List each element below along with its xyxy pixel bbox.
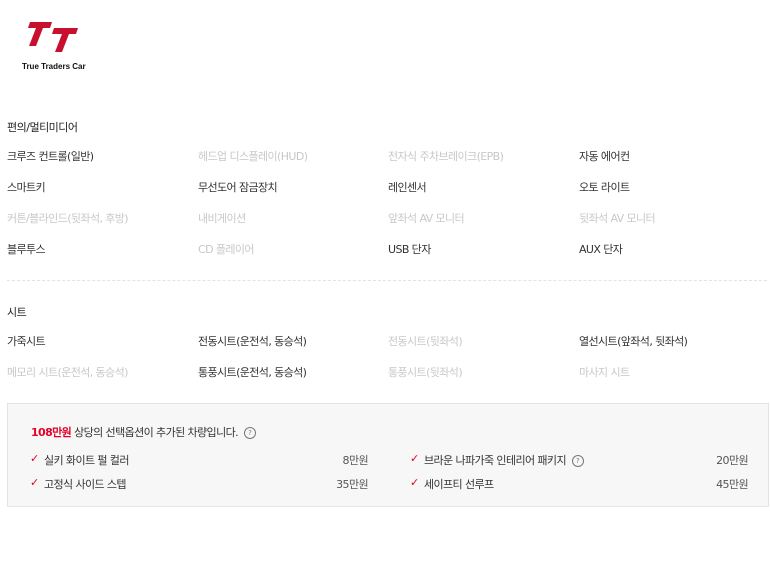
selected-option-name: 브라운 나파가죽 인테리어 패키지 ? xyxy=(424,452,584,468)
options-total-price: 108만원 xyxy=(31,426,72,439)
selected-option-item: ✓ 고정식 사이드 스텝 35만원 xyxy=(30,476,369,491)
option-row: 크루즈 컨트롤(일반) 헤드업 디스플레이(HUD) 전자식 주차브레이크(EP… xyxy=(7,148,767,179)
option-item: 메모리 시트(운전석, 동승석) xyxy=(7,366,128,379)
help-icon[interactable]: ? xyxy=(243,427,256,439)
convenience-options-grid: 크루즈 컨트롤(일반) 헤드업 디스플레이(HUD) 전자식 주차브레이크(EP… xyxy=(7,148,767,272)
check-icon: ✓ xyxy=(410,452,420,465)
help-icon[interactable]: ? xyxy=(571,455,584,467)
options-summary: 108만원 상당의 선택옵션이 추가된 차량입니다. ? xyxy=(31,424,256,440)
option-item: 전동시트(뒷좌석) xyxy=(388,335,463,348)
selected-option-item: ✓ 실키 화이트 펄 컬러 8만원 xyxy=(30,452,369,467)
brand-name: True Traders Car xyxy=(22,62,86,71)
option-row: 커튼/블라인드(뒷좌석, 후방) 내비게이션 앞좌석 AV 모니터 뒷좌석 AV… xyxy=(7,210,767,241)
option-row: 블루투스 CD 플레이어 USB 단자 AUX 단자 xyxy=(7,241,767,272)
option-item: 열선시트(앞좌석, 뒷좌석) xyxy=(579,335,688,348)
option-item: 마사지 시트 xyxy=(579,366,630,379)
option-item: 스마트키 xyxy=(7,181,46,194)
seat-options-grid: 가죽시트 전동시트(운전석, 동승석) 전동시트(뒷좌석) 열선시트(앞좌석, … xyxy=(7,333,767,395)
option-item: CD 플레이어 xyxy=(198,243,255,256)
selected-option-name: 실키 화이트 펄 컬러 xyxy=(44,454,129,467)
selected-option-price: 8만원 xyxy=(342,454,369,467)
option-item: 가죽시트 xyxy=(7,335,46,348)
selected-option-item: ✓ 세이프티 선루프 45만원 xyxy=(410,476,749,491)
option-item: 통풍시트(운전석, 동승석) xyxy=(198,366,307,379)
option-item: 무선도어 잠금장치 xyxy=(198,181,278,194)
selected-option-item: ✓ 브라운 나파가죽 인테리어 패키지 ? 20만원 xyxy=(410,452,749,468)
selected-option-name: 세이프티 선루프 xyxy=(424,478,494,491)
option-item: USB 단자 xyxy=(388,243,431,256)
option-item: 앞좌석 AV 모니터 xyxy=(388,212,465,225)
brand-logo[interactable]: True Traders Car xyxy=(22,20,102,74)
section-title-seats: 시트 xyxy=(7,306,27,319)
check-icon: ✓ xyxy=(410,476,420,489)
options-summary-text: 상당의 선택옵션이 추가된 차량입니다. xyxy=(71,426,239,439)
selected-options-panel: 108만원 상당의 선택옵션이 추가된 차량입니다. ? ✓ 실키 화이트 펄 … xyxy=(7,403,769,507)
check-icon: ✓ xyxy=(30,476,40,489)
option-item: 전동시트(운전석, 동승석) xyxy=(198,335,307,348)
selected-option-price: 20만원 xyxy=(716,454,748,467)
option-item: 자동 에어컨 xyxy=(579,150,630,163)
option-row: 스마트키 무선도어 잠금장치 레인센서 오토 라이트 xyxy=(7,179,767,210)
option-item: 뒷좌석 AV 모니터 xyxy=(579,212,656,225)
option-item: AUX 단자 xyxy=(579,243,623,256)
check-icon: ✓ xyxy=(30,452,40,465)
selected-option-price: 45만원 xyxy=(716,478,748,491)
option-item: 내비게이션 xyxy=(198,212,246,225)
option-row: 메모리 시트(운전석, 동승석) 통풍시트(운전석, 동승석) 통풍시트(뒷좌석… xyxy=(7,364,767,395)
option-item: 크루즈 컨트롤(일반) xyxy=(7,150,94,163)
option-item: 오토 라이트 xyxy=(579,181,630,194)
option-item: 커튼/블라인드(뒷좌석, 후방) xyxy=(7,212,129,225)
option-item: 레인센서 xyxy=(388,181,427,194)
section-divider xyxy=(7,280,767,281)
section-title-convenience: 편의/멀티미디어 xyxy=(7,121,78,134)
tt-logo-icon xyxy=(28,22,78,52)
option-item: 통풍시트(뒷좌석) xyxy=(388,366,463,379)
option-item: 헤드업 디스플레이(HUD) xyxy=(198,150,308,163)
option-item: 블루투스 xyxy=(7,243,46,256)
selected-option-name: 고정식 사이드 스텝 xyxy=(44,478,127,491)
option-row: 가죽시트 전동시트(운전석, 동승석) 전동시트(뒷좌석) 열선시트(앞좌석, … xyxy=(7,333,767,364)
option-item: 전자식 주차브레이크(EPB) xyxy=(388,150,504,163)
selected-option-price: 35만원 xyxy=(336,478,368,491)
